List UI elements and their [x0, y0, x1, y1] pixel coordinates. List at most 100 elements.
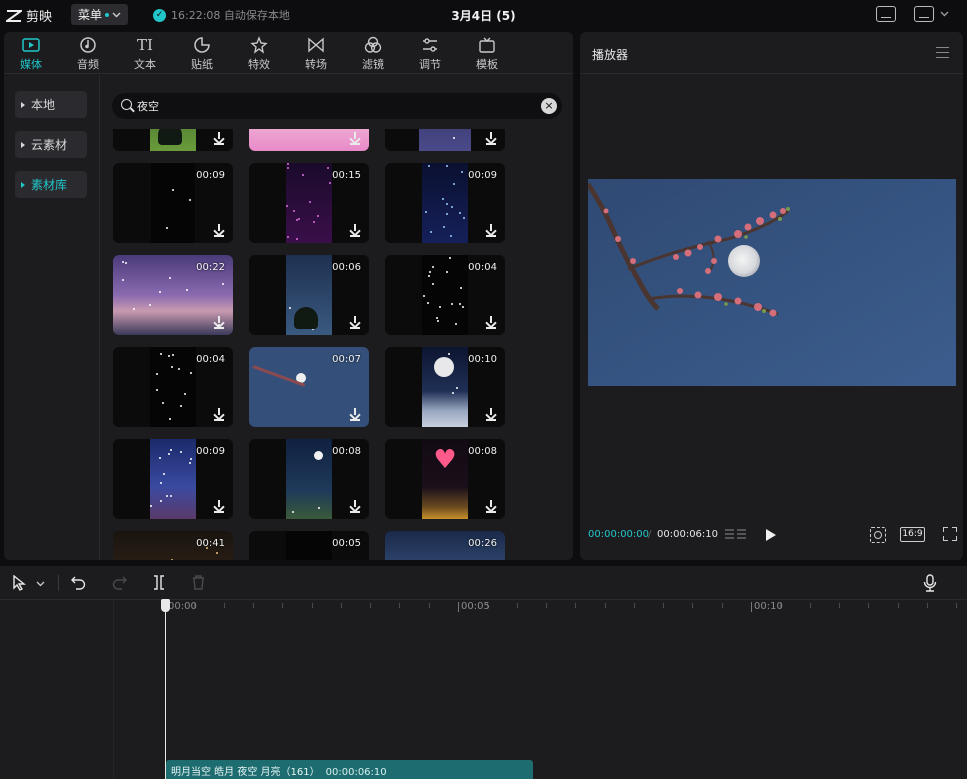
media-duration: 00:06 [332, 262, 361, 273]
ruler-tick [224, 603, 225, 608]
ruler-tick [751, 602, 752, 612]
star-dot [317, 215, 319, 217]
delete-icon[interactable] [192, 575, 205, 590]
media-tile[interactable]: 00:15 [249, 163, 369, 243]
chevron-down-icon[interactable] [36, 581, 45, 587]
media-tile[interactable]: 00:07 [249, 347, 369, 427]
star-dot [166, 227, 168, 229]
star-dot [437, 320, 439, 322]
playhead-handle[interactable] [161, 599, 170, 612]
total-timecode: 00:00:06:10 [657, 529, 719, 540]
select-cursor-icon[interactable] [12, 575, 26, 591]
star-dot [452, 392, 454, 394]
layout-icon[interactable] [914, 6, 934, 22]
tab-template[interactable]: 模板 [462, 36, 512, 72]
clear-search-icon[interactable]: × [541, 98, 557, 114]
media-tile[interactable]: 00:09 [113, 439, 233, 519]
download-icon-base [486, 235, 496, 237]
media-tile[interactable]: 00:06 [249, 255, 369, 335]
media-tile[interactable] [385, 129, 505, 151]
download-icon-base [214, 419, 224, 421]
star-dot [163, 473, 165, 475]
tab-effects[interactable]: 特效 [234, 36, 284, 72]
media-tile[interactable]: 00:26 [385, 531, 505, 560]
tab-transition[interactable]: 转场 [291, 36, 341, 72]
star-dot [425, 211, 427, 213]
star-dot [446, 165, 448, 167]
media-panel: 媒体 音频 TI 文本 贴纸 特效 转场 滤镜 调节 模板 本地 云素材 素材库… [4, 32, 573, 560]
microphone-icon[interactable] [923, 574, 937, 592]
media-tile[interactable]: 00:41 [113, 531, 233, 560]
star-dot [125, 262, 127, 264]
star-dot [156, 373, 158, 375]
tab-media[interactable]: 媒体 [6, 36, 56, 72]
player-menu-icon[interactable] [936, 47, 949, 58]
media-tile[interactable]: 00:22 [113, 255, 233, 335]
tab-label: 滤镜 [362, 58, 384, 71]
media-tile[interactable]: 00:10 [385, 347, 505, 427]
sidebar-item-cloud[interactable]: 云素材 [15, 131, 87, 158]
divider [580, 73, 963, 74]
ruler-tick [868, 603, 869, 608]
split-icon[interactable] [152, 575, 166, 590]
redo-icon[interactable] [112, 575, 127, 590]
tab-label: 特效 [248, 58, 270, 71]
star-dot [313, 221, 315, 223]
media-tile[interactable]: 00:04 [113, 347, 233, 427]
clip-title: 明月当空 皓月 夜空 月亮（161） [171, 767, 320, 778]
media-tile[interactable] [113, 129, 233, 151]
tree-shape [294, 307, 318, 329]
keyboard-shortcut-icon[interactable] [876, 6, 896, 22]
waveform-icon[interactable] [725, 527, 747, 542]
play-icon[interactable] [766, 529, 776, 541]
media-thumbnail [419, 129, 471, 151]
media-tile[interactable]: 00:04 [385, 255, 505, 335]
star-dot [436, 317, 438, 319]
tab-audio[interactable]: 音频 [63, 36, 113, 72]
undo-icon[interactable] [71, 575, 86, 590]
layout-dropdown-chevron-icon[interactable] [940, 11, 949, 17]
media-tile[interactable]: ♥ 00:08 [385, 439, 505, 519]
sidebar-item-library[interactable]: 素材库 [15, 171, 87, 198]
tab-adjust[interactable]: 调节 [405, 36, 455, 72]
star-dot [463, 217, 465, 219]
tab-filter[interactable]: 滤镜 [348, 36, 398, 72]
media-thumbnail [422, 255, 468, 335]
sidebar-item-local[interactable]: 本地 [15, 91, 87, 118]
timeline[interactable]: 00:00 00:05 00:10 [0, 600, 967, 779]
menu-button[interactable]: 菜单 [71, 4, 128, 25]
media-tile[interactable]: 00:05 [249, 531, 369, 560]
tab-label: 调节 [419, 58, 441, 71]
download-icon-base [214, 143, 224, 145]
tab-text[interactable]: TI 文本 [120, 36, 170, 72]
ruler-tick [927, 603, 928, 608]
search-input[interactable] [137, 97, 537, 115]
timeline-clip[interactable]: 明月当空 皓月 夜空 月亮（161） 00:00:06:10 [166, 760, 533, 779]
download-icon-base [350, 327, 360, 329]
time-ruler[interactable]: 00:00 00:05 00:10 [114, 600, 967, 618]
tab-label: 媒体 [20, 58, 42, 71]
playhead-line[interactable] [165, 607, 166, 779]
download-icon-base [486, 511, 496, 513]
tab-sticker[interactable]: 贴纸 [177, 36, 227, 72]
media-duration: 00:22 [196, 262, 225, 273]
star-dot [428, 275, 430, 277]
transition-icon [308, 37, 324, 53]
star-dot [446, 203, 448, 205]
download-icon-base [486, 327, 496, 329]
star-dot [443, 226, 445, 228]
star-dot [159, 291, 161, 293]
star-dot [439, 306, 441, 308]
star-dot [189, 462, 191, 464]
media-tile[interactable]: 00:09 [385, 163, 505, 243]
aspect-ratio-button[interactable]: 16:9 [900, 527, 925, 542]
media-tile[interactable]: 00:08 [249, 439, 369, 519]
media-tile[interactable] [249, 129, 369, 151]
media-thumbnail [150, 129, 196, 151]
media-tile[interactable]: 00:09 [113, 163, 233, 243]
ruler-tick [575, 603, 576, 608]
ruler-tick [810, 603, 811, 608]
zoom-fit-icon[interactable] [870, 527, 886, 543]
check-icon: ✓ [153, 8, 166, 22]
fullscreen-icon[interactable] [943, 527, 957, 541]
